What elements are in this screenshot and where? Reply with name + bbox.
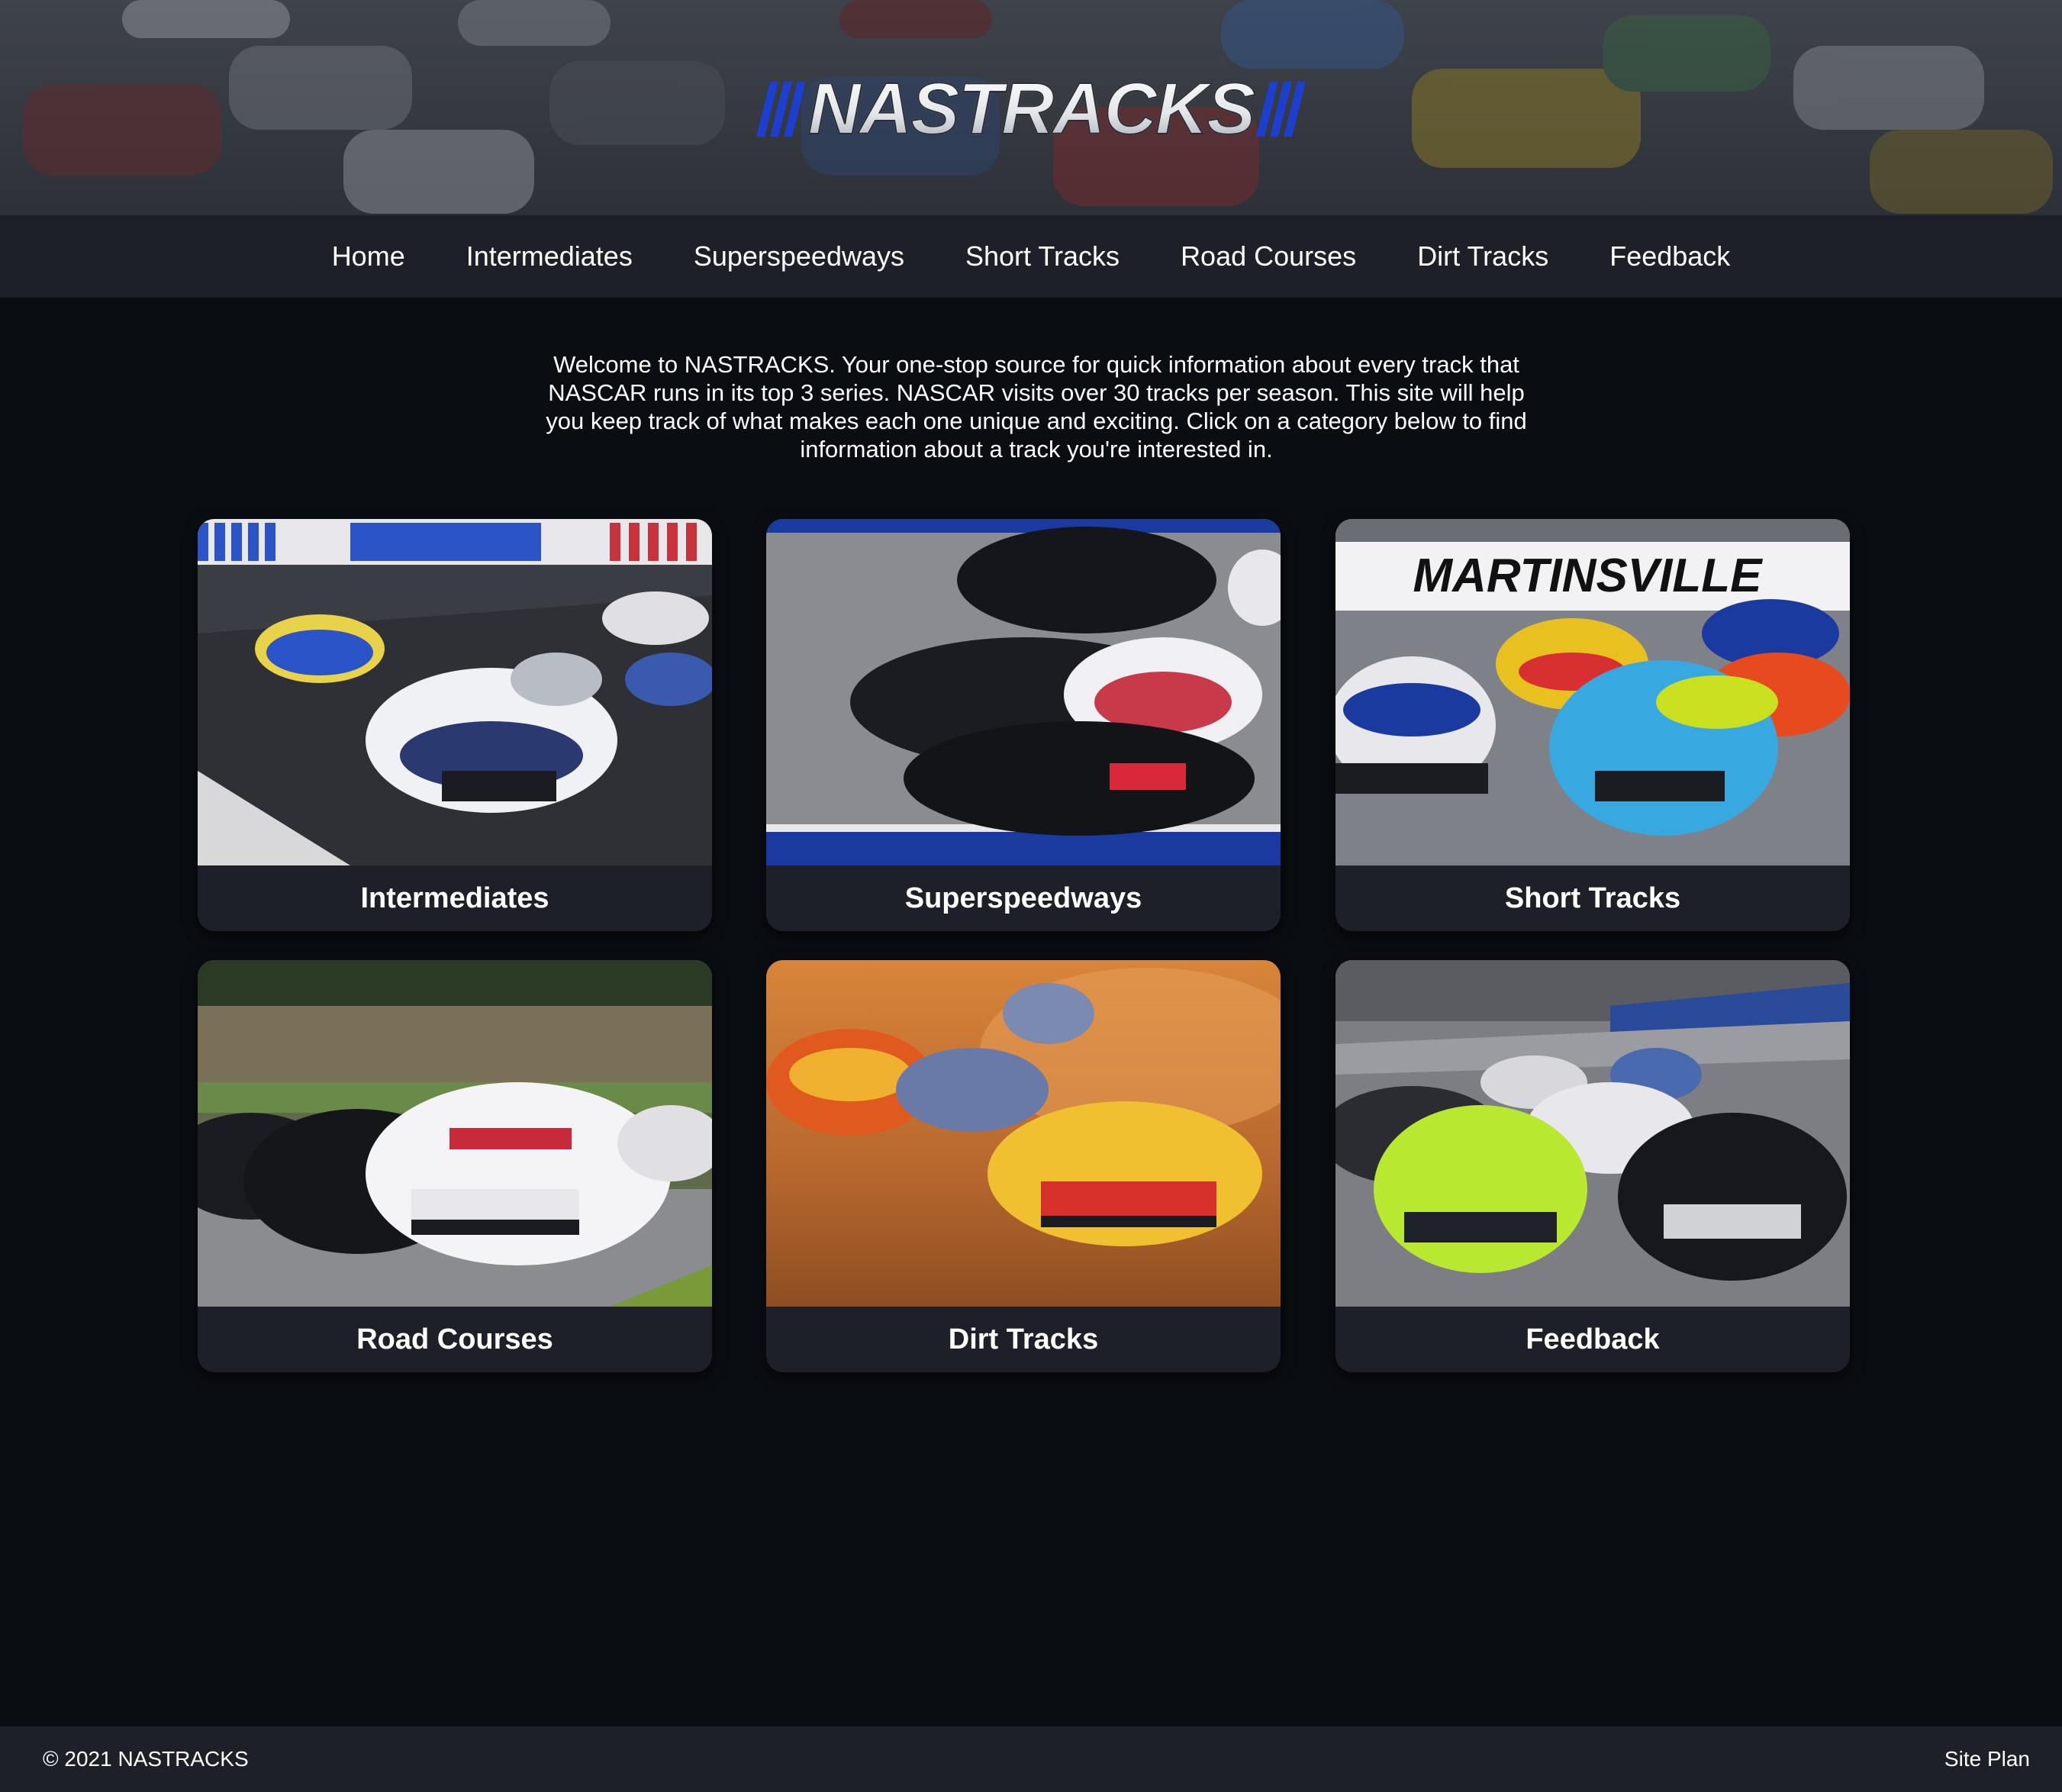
card-label: Intermediates — [360, 881, 549, 914]
logo-stripes-left — [756, 82, 806, 137]
nav-superspeedways[interactable]: Superspeedways — [694, 240, 904, 272]
short-tracks-photo: MARTINSVILLE — [1335, 519, 1850, 865]
intro-text: Welcome to NASTRACKS. Your one-stop sour… — [546, 351, 1527, 463]
nav-road-courses[interactable]: Road Courses — [1181, 240, 1356, 272]
card-dirt-tracks[interactable]: Dirt Tracks — [766, 960, 1281, 1372]
martinsville-sign: MARTINSVILLE — [1413, 550, 1764, 602]
main-nav: Home Intermediates Superspeedways Short … — [0, 215, 2062, 298]
nav-feedback[interactable]: Feedback — [1609, 240, 1730, 272]
road-courses-photo — [198, 960, 712, 1307]
card-superspeedways[interactable]: Superspeedways — [766, 519, 1281, 931]
card-feedback[interactable]: Feedback — [1335, 960, 1850, 1372]
nav-short-tracks[interactable]: Short Tracks — [965, 240, 1120, 272]
card-label: Dirt Tracks — [948, 1323, 1099, 1355]
feedback-photo — [1335, 960, 1850, 1307]
card-intermediates[interactable]: Intermediates — [198, 519, 712, 931]
card-short-tracks[interactable]: MARTINSVILLE Short Tracks — [1335, 519, 1850, 931]
card-label: Short Tracks — [1504, 881, 1681, 914]
site-plan-link[interactable]: Site Plan — [1944, 1747, 2030, 1771]
footer: © 2021 NASTRACKS Site Plan — [0, 1726, 2062, 1792]
superspeedways-photo — [766, 519, 1281, 865]
logo-stripes-right — [1256, 82, 1306, 137]
card-road-courses[interactable]: Road Courses — [198, 960, 712, 1372]
copyright-text: © 2021 NASTRACKS — [43, 1747, 249, 1771]
logo-text: NASTRACKS — [807, 67, 1257, 150]
header-banner: NASTRACKS — [0, 0, 2062, 215]
site-logo[interactable]: NASTRACKS — [0, 67, 2062, 151]
intermediates-photo — [198, 519, 712, 865]
nav-home[interactable]: Home — [332, 240, 405, 272]
card-label: Feedback — [1526, 1323, 1660, 1355]
dirt-tracks-photo — [766, 960, 1281, 1307]
card-label: Superspeedways — [904, 881, 1142, 914]
card-label: Road Courses — [356, 1323, 553, 1355]
nav-dirt-tracks[interactable]: Dirt Tracks — [1417, 240, 1548, 272]
nav-intermediates[interactable]: Intermediates — [466, 240, 633, 272]
